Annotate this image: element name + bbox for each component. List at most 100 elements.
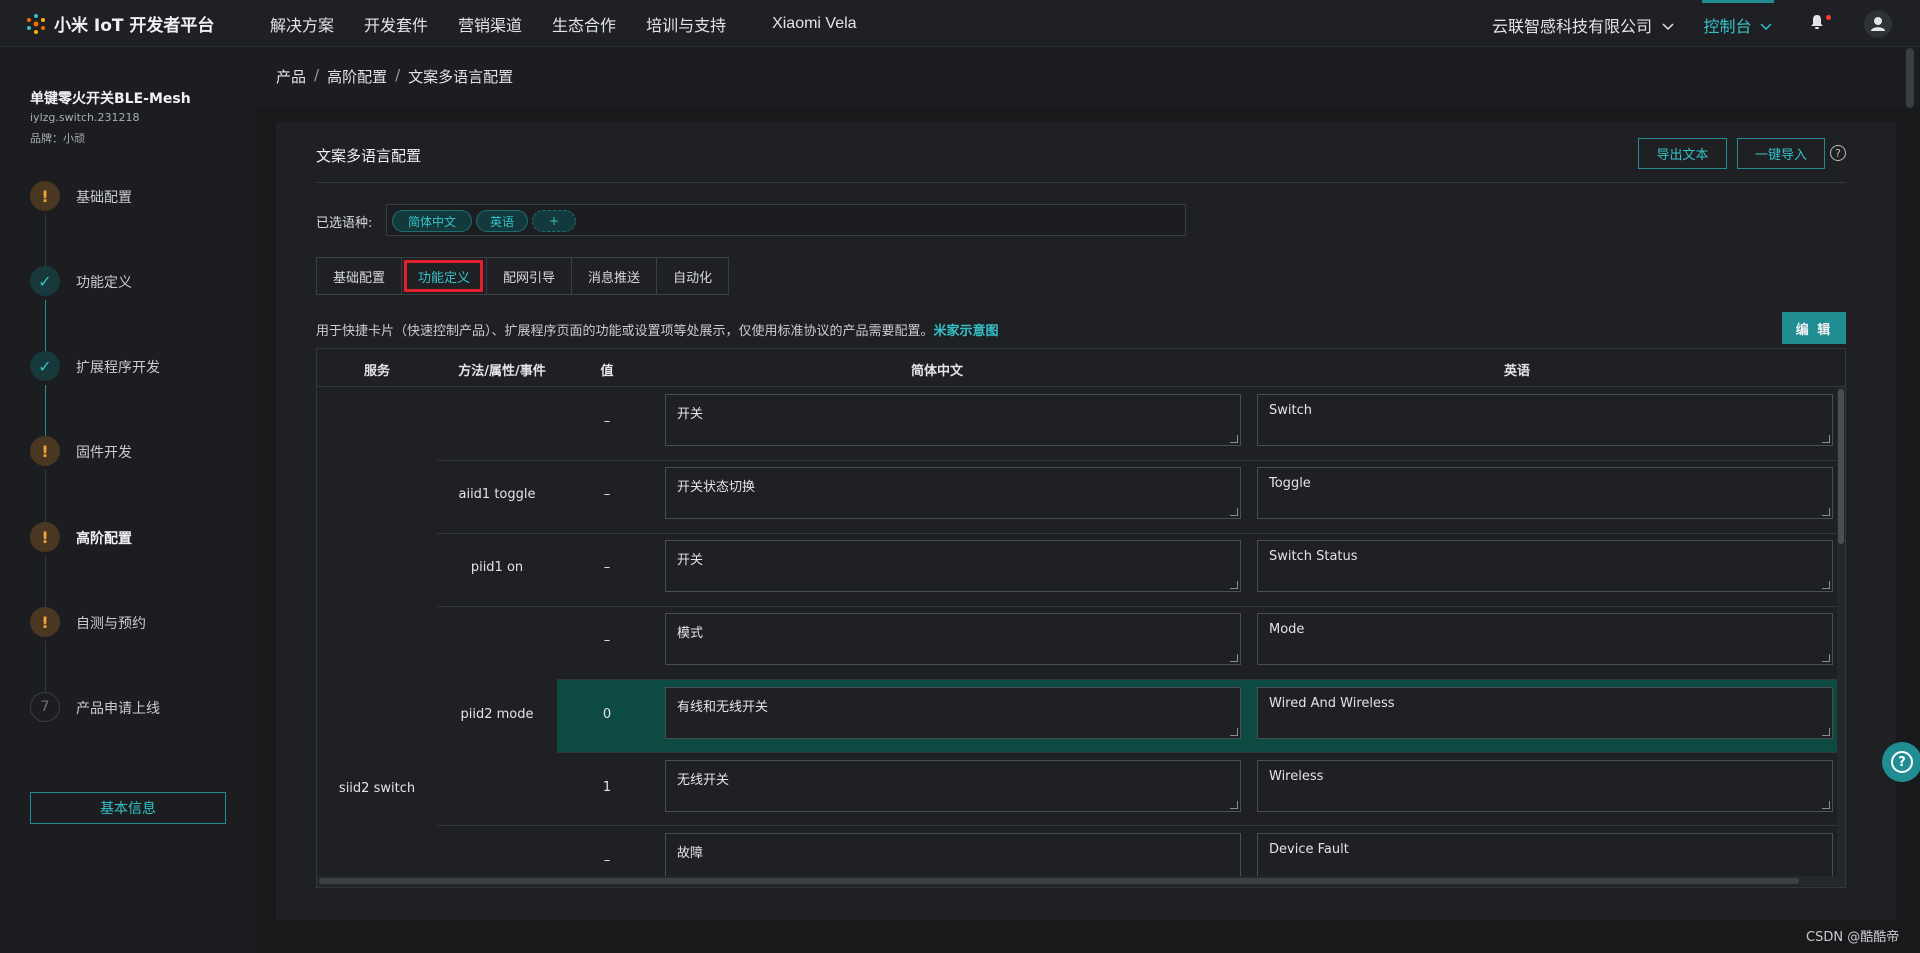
value-cell: –	[603, 560, 611, 575]
zh-text-field[interactable]: 开关	[665, 394, 1241, 446]
resize-handle-icon[interactable]	[1230, 508, 1238, 516]
export-text-button[interactable]: 导出文本	[1638, 138, 1727, 169]
sidebar-step-firmware-dev[interactable]: ! 固件开发	[30, 436, 250, 468]
one-click-import-button[interactable]: 一键导入	[1737, 138, 1825, 169]
sidebar-step-function-def[interactable]: ✓ 功能定义	[30, 266, 250, 298]
main-nav: 解决方案 开发套件 营销渠道 生态合作 培训与支持 Xiaomi Vela	[270, 0, 887, 47]
row-divider	[557, 679, 1845, 680]
add-language-button[interactable]: +	[532, 210, 576, 232]
nav-dev-kits[interactable]: 开发套件	[364, 12, 428, 36]
language-chip[interactable]: 简体中文	[392, 210, 472, 232]
step-label: 基础配置	[76, 190, 132, 206]
mijia-diagram-link[interactable]: 米家示意图	[934, 324, 999, 339]
en-text: Wireless	[1269, 769, 1324, 784]
step-connector	[45, 385, 46, 437]
floating-help-button[interactable]: ?	[1882, 742, 1920, 782]
chevron-down-icon	[1760, 23, 1772, 31]
zh-text: 开关	[677, 553, 704, 568]
platform-title: 小米 IoT 开发者平台	[54, 16, 215, 36]
sidebar-step-advanced-config[interactable]: ! 高阶配置	[30, 522, 250, 554]
tab-message-push[interactable]: 消息推送	[571, 257, 657, 295]
resize-handle-icon[interactable]	[1230, 801, 1238, 809]
resize-handle-icon[interactable]	[1822, 508, 1830, 516]
tab-basic-config[interactable]: 基础配置	[316, 257, 402, 295]
warning-icon: !	[30, 522, 60, 552]
company-name: 云联智感科技有限公司	[1492, 17, 1653, 36]
warning-icon: !	[30, 607, 60, 637]
zh-text-field[interactable]: 无线开关	[665, 760, 1241, 812]
en-text: Toggle	[1269, 476, 1311, 491]
en-text-field[interactable]: Switch Status	[1257, 540, 1833, 592]
unread-dot	[1826, 15, 1831, 20]
resize-handle-icon[interactable]	[1822, 654, 1830, 662]
tab-function-def[interactable]: 功能定义	[401, 257, 487, 295]
zh-text-field[interactable]: 开关状态切换	[665, 467, 1241, 519]
sidebar-step-self-test[interactable]: ! 自测与预约	[30, 607, 250, 639]
resize-handle-icon[interactable]	[1230, 728, 1238, 736]
resize-handle-icon[interactable]	[1822, 435, 1830, 443]
sidebar-step-launch[interactable]: 7 产品申请上线	[30, 692, 250, 724]
zh-text: 模式	[677, 626, 704, 641]
resize-handle-icon[interactable]	[1230, 435, 1238, 443]
value-cell: –	[603, 487, 611, 502]
value-cell: –	[603, 853, 611, 868]
breadcrumb-item-current: 文案多语言配置	[408, 68, 514, 86]
zh-text: 开关	[677, 407, 704, 422]
en-text-field[interactable]: Wireless	[1257, 760, 1833, 812]
nav-marketing[interactable]: 营销渠道	[458, 12, 522, 36]
platform-logo[interactable]: 小米 IoT 开发者平台	[26, 11, 214, 36]
selected-languages-label: 已选语种:	[316, 216, 373, 231]
table-vertical-scrollbar[interactable]	[1837, 387, 1845, 887]
zh-text-field[interactable]: 有线和无线开关	[665, 687, 1241, 739]
en-text-field[interactable]: Wired And Wireless	[1257, 687, 1833, 739]
nav-solutions[interactable]: 解决方案	[270, 12, 334, 36]
row-divider	[437, 825, 1845, 826]
en-text-field[interactable]: Mode	[1257, 613, 1833, 665]
sidebar: 单键零火开关BLE-Mesh iylzg.switch.231218 品牌：小顽…	[0, 48, 256, 953]
step-connector	[45, 470, 46, 522]
tab-automation[interactable]: 自动化	[656, 257, 730, 295]
zh-text-field[interactable]: 模式	[665, 613, 1241, 665]
step-label: 扩展程序开发	[76, 360, 160, 376]
translation-table: 服务 方法/属性/事件 值 简体中文 英语 siid2 switch aiid1…	[316, 348, 1846, 888]
console-menu[interactable]: 控制台	[1702, 0, 1774, 47]
en-text-field[interactable]: Switch	[1257, 394, 1833, 446]
breadcrumb-item[interactable]: 高阶配置	[327, 66, 387, 87]
description: 用于快捷卡片（快速控制产品）、扩展程序页面的功能或设置项等处展示，仅使用标准协议…	[316, 320, 999, 339]
page-scrollbar-thumb[interactable]	[1906, 48, 1914, 108]
description-text: 用于快捷卡片（快速控制产品）、扩展程序页面的功能或设置项等处展示，仅使用标准协议…	[316, 324, 934, 339]
resize-handle-icon[interactable]	[1822, 801, 1830, 809]
language-chip[interactable]: 英语	[476, 210, 528, 232]
resize-handle-icon[interactable]	[1822, 728, 1830, 736]
tab-network-guide[interactable]: 配网引导	[486, 257, 572, 295]
en-text-field[interactable]: Toggle	[1257, 467, 1833, 519]
sidebar-step-basic-config[interactable]: ! 基础配置	[30, 181, 250, 213]
step-connector	[45, 300, 46, 352]
company-selector[interactable]: 云联智感科技有限公司	[1492, 13, 1675, 37]
en-text: Mode	[1269, 622, 1305, 637]
resize-handle-icon[interactable]	[1230, 581, 1238, 589]
zh-text: 开关状态切换	[677, 480, 756, 495]
scrollbar-thumb[interactable]	[1838, 389, 1844, 544]
resize-handle-icon[interactable]	[1230, 654, 1238, 662]
language-selector[interactable]: 简体中文 英语 +	[386, 204, 1186, 236]
breadcrumb-item[interactable]: 产品	[276, 66, 306, 87]
edit-button[interactable]: 编 辑	[1782, 312, 1846, 344]
basic-info-button[interactable]: 基本信息	[30, 792, 226, 824]
value-cell: –	[603, 414, 611, 429]
resize-handle-icon[interactable]	[1822, 581, 1830, 589]
sidebar-step-extension-dev[interactable]: ✓ 扩展程序开发	[30, 351, 250, 383]
zh-text-field[interactable]: 开关	[665, 540, 1241, 592]
console-label: 控制台	[1703, 17, 1752, 36]
step-label: 高阶配置	[76, 531, 132, 547]
table-horizontal-scrollbar[interactable]	[317, 876, 1837, 886]
step-label: 固件开发	[76, 445, 132, 461]
user-avatar-icon[interactable]	[1864, 10, 1892, 38]
scrollbar-thumb[interactable]	[319, 878, 1799, 884]
column-header: 英语	[1503, 364, 1530, 379]
nav-xiaomi-vela[interactable]: Xiaomi Vela	[772, 15, 857, 33]
notification-bell-icon[interactable]	[1810, 14, 1831, 32]
help-icon[interactable]: ?	[1830, 145, 1846, 161]
nav-ecosystem[interactable]: 生态合作	[552, 12, 616, 36]
nav-training[interactable]: 培训与支持	[646, 12, 726, 36]
